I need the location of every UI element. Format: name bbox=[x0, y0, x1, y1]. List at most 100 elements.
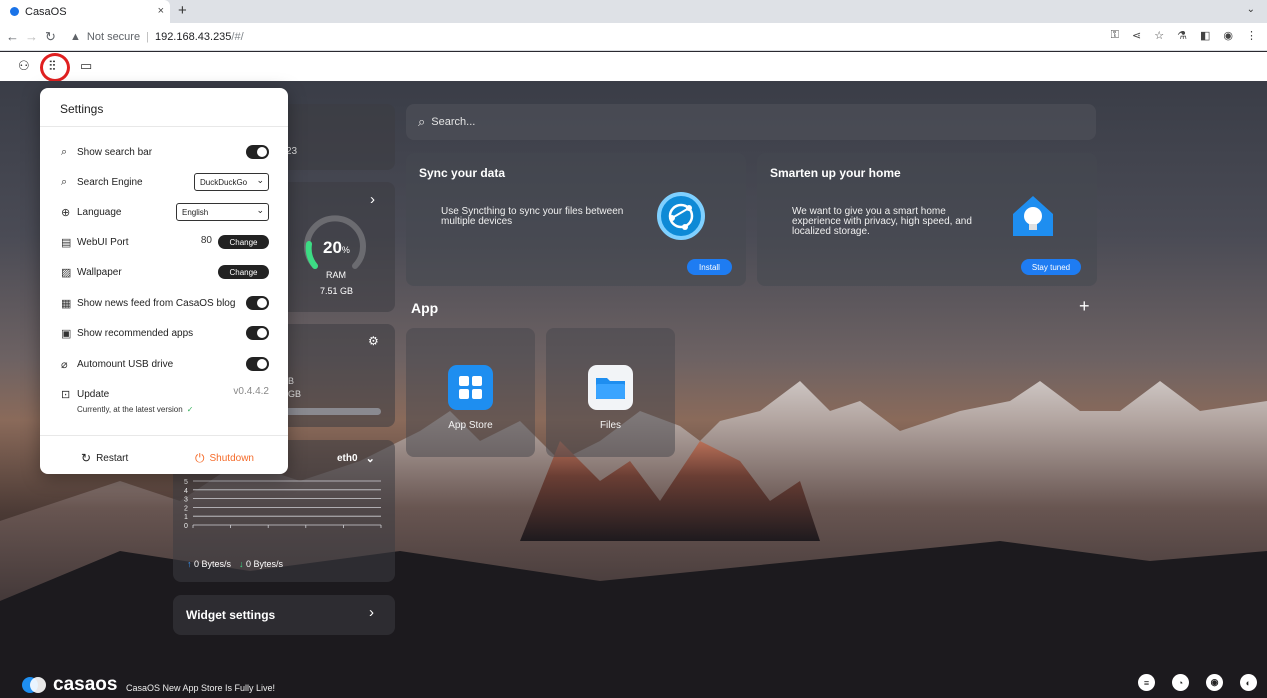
shutdown-label: Shutdown bbox=[209, 453, 254, 464]
widget-settings-card[interactable]: Widget settings › bbox=[173, 595, 395, 635]
news-feed-toggle[interactable] bbox=[246, 296, 269, 310]
app-store-label: App Store bbox=[448, 420, 493, 431]
language-select[interactable]: English ⌄ bbox=[176, 203, 269, 221]
smart-home-title: Smarten up your home bbox=[770, 166, 901, 180]
url-path: /#/ bbox=[231, 30, 244, 43]
url-field[interactable]: ▲ Not secure | 192.168.43.235 /#/ bbox=[70, 31, 244, 43]
news-ticker[interactable]: CasaOS New App Store Is Fully Live! bbox=[126, 683, 275, 693]
news-feed-label: Show news feed from CasaOS blog bbox=[77, 297, 236, 309]
url-host: 192.168.43.235 bbox=[154, 30, 232, 43]
change-wallpaper-button[interactable]: Change bbox=[218, 265, 269, 279]
forward-arrow-icon[interactable]: → bbox=[22, 29, 41, 44]
labs-flask-icon[interactable]: ⚗ bbox=[1177, 29, 1187, 42]
show-search-bar-label: Show search bar bbox=[77, 146, 153, 158]
apps-icon: ▣ bbox=[61, 327, 72, 340]
smart-home-bulb-icon bbox=[1009, 192, 1057, 240]
recommended-apps-toggle[interactable] bbox=[246, 326, 269, 340]
divider bbox=[40, 126, 288, 127]
url-separator: | bbox=[146, 30, 149, 43]
search-input[interactable]: Search... bbox=[431, 116, 475, 128]
ram-percent: 20% bbox=[323, 238, 350, 258]
wallpaper-label: Wallpaper bbox=[77, 266, 122, 278]
download-rate-value: 0 Bytes/s bbox=[246, 559, 284, 569]
recommended-apps-label: Show recommended apps bbox=[77, 327, 194, 339]
update-label: Update bbox=[77, 388, 110, 400]
shutdown-button[interactable]: ⏻ Shutdown bbox=[195, 451, 254, 466]
github-icon[interactable]: ◉ bbox=[1206, 674, 1223, 691]
usb-icon: ⌀ bbox=[61, 358, 68, 371]
power-icon: ⏻ bbox=[195, 451, 205, 465]
forum-icon[interactable]: ≡ bbox=[1138, 674, 1155, 691]
add-app-button[interactable]: + bbox=[1079, 296, 1090, 317]
ram-total: 7.51 GB bbox=[320, 286, 354, 296]
settings-panel: Settings ⌕ Show search bar ⌕ Search Engi… bbox=[40, 88, 288, 474]
version-value: v0.4.4.2 bbox=[233, 386, 269, 397]
casaos-favicon-icon bbox=[10, 7, 19, 16]
settings-title: Settings bbox=[60, 102, 104, 116]
menu-kebab-icon[interactable]: ⋮ bbox=[1246, 29, 1257, 42]
bookmark-star-icon[interactable]: ☆ bbox=[1154, 29, 1164, 42]
search-engine-row: ⌕ Search Engine DuckDuckGo ⌄ bbox=[61, 172, 269, 192]
search-engine-select[interactable]: DuckDuckGo ⌄ bbox=[194, 173, 269, 191]
recommended-apps-row: ▣ Show recommended apps bbox=[61, 323, 269, 343]
update-row: ⊡ Update v0.4.4.2 bbox=[61, 384, 269, 404]
search-bar-icon: ⌕ bbox=[61, 145, 68, 158]
tab-title: CasaOS bbox=[25, 5, 67, 18]
search-bar[interactable]: ⌕ Search... bbox=[406, 104, 1096, 140]
change-port-button[interactable]: Change bbox=[218, 235, 269, 249]
app-store-card[interactable]: App Store bbox=[406, 328, 535, 457]
storage-usage-bar bbox=[285, 408, 381, 415]
discord-icon[interactable]: ◔ bbox=[1172, 674, 1189, 691]
install-button[interactable]: Install bbox=[687, 259, 732, 275]
search-icon: ⌕ bbox=[418, 114, 426, 129]
y-tick-label: 3 bbox=[184, 497, 188, 504]
restart-button[interactable]: ↻ Restart bbox=[81, 451, 128, 465]
search-engine-label: Search Engine bbox=[77, 176, 143, 188]
divider bbox=[40, 435, 288, 436]
widget-settings-label: Widget settings bbox=[186, 608, 276, 622]
community-icon[interactable]: ◐ bbox=[1240, 674, 1257, 691]
ram-percent-value: 20 bbox=[323, 238, 342, 257]
syncthing-logo-icon bbox=[657, 192, 705, 240]
check-icon: ✓ bbox=[186, 405, 194, 414]
reload-icon[interactable]: ↻ bbox=[41, 29, 60, 45]
update-status-text: Currently, at the latest version bbox=[77, 405, 183, 414]
restart-label: Restart bbox=[96, 452, 129, 464]
storage-text-2: GB bbox=[288, 389, 302, 399]
y-tick-label: 5 bbox=[184, 479, 188, 486]
automount-toggle[interactable] bbox=[246, 357, 269, 371]
terminal-icon[interactable]: ▭ bbox=[80, 58, 92, 74]
storage-settings-gear-icon[interactable]: ⚙ bbox=[368, 334, 379, 348]
files-icon bbox=[588, 365, 633, 410]
profile-icon[interactable]: ◉ bbox=[1223, 29, 1233, 42]
casaos-logo-icon bbox=[22, 677, 46, 693]
smart-home-card: Smarten up your home We want to give you… bbox=[757, 153, 1097, 286]
warning-icon: ▲ bbox=[70, 30, 81, 43]
upload-rate: ↑ 0 Bytes/s bbox=[187, 559, 231, 569]
files-card[interactable]: Files bbox=[546, 328, 675, 457]
sidepanel-icon[interactable]: ◧ bbox=[1200, 29, 1210, 42]
casaos-logo: casaos bbox=[21, 674, 117, 696]
browser-tab[interactable]: CasaOS × bbox=[0, 0, 170, 23]
new-tab-button[interactable]: + bbox=[178, 3, 187, 19]
casaos-topbar: ⚇ ⫶⫶ ▭ bbox=[0, 52, 1267, 81]
social-links: ≡ ◔ ◉ ◐ bbox=[1138, 674, 1257, 691]
key-icon[interactable]: ⚿ bbox=[1111, 29, 1119, 42]
tab-list-chevron-icon[interactable]: ⌄ bbox=[1247, 4, 1255, 15]
share-icon[interactable]: ⋖ bbox=[1132, 29, 1141, 42]
globe-icon: ⊕ bbox=[61, 206, 71, 219]
stay-tuned-button[interactable]: Stay tuned bbox=[1021, 259, 1081, 275]
highlight-circle bbox=[40, 53, 70, 82]
account-icon[interactable]: ⚇ bbox=[18, 58, 30, 74]
automount-row: ⌀ Automount USB drive bbox=[61, 354, 269, 374]
upload-rate-value: 0 Bytes/s bbox=[194, 559, 232, 569]
chevron-right-icon[interactable]: › bbox=[370, 191, 375, 208]
download-rate: ↓ 0 Bytes/s bbox=[239, 559, 283, 569]
sync-card-text: Use Syncthing to sync your files between… bbox=[441, 206, 624, 227]
back-arrow-icon[interactable]: ← bbox=[3, 29, 22, 44]
tab-close-icon[interactable]: × bbox=[158, 5, 164, 17]
update-icon: ⊡ bbox=[61, 388, 71, 401]
show-search-bar-toggle[interactable] bbox=[246, 145, 269, 159]
news-icon: ▦ bbox=[61, 297, 72, 310]
brand-name: casaos bbox=[53, 674, 118, 695]
